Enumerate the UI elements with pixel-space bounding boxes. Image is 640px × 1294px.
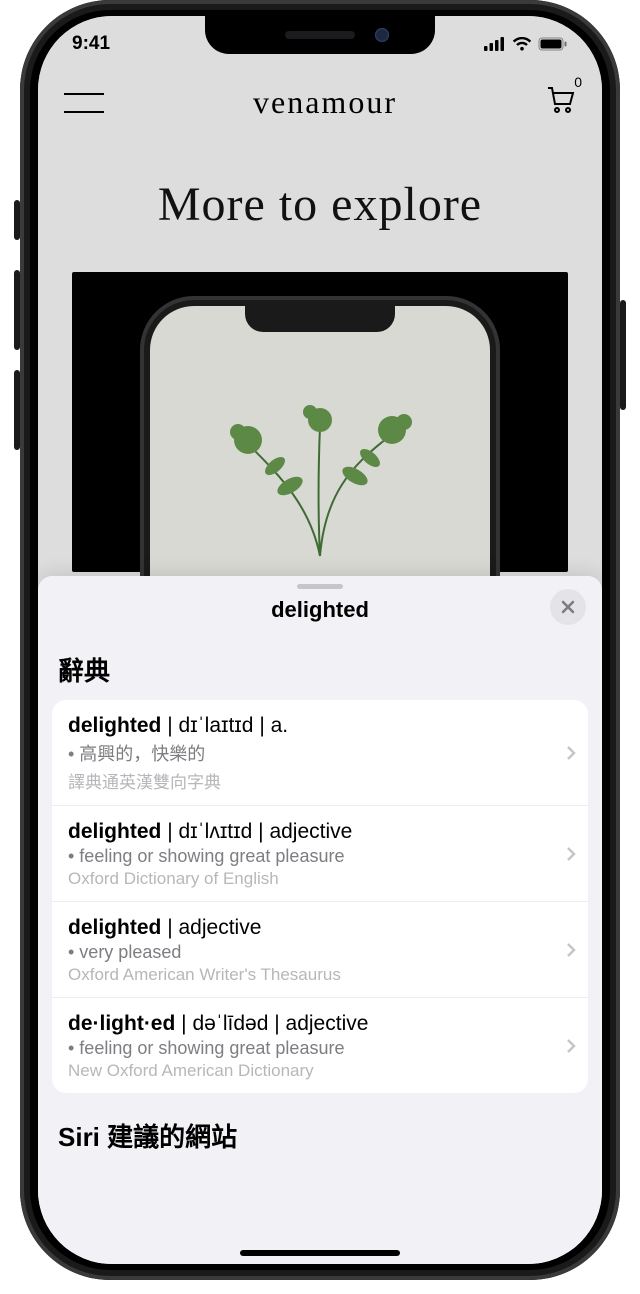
definition: • feeling or showing great pleasure bbox=[68, 1038, 572, 1059]
close-icon bbox=[560, 599, 576, 615]
wifi-icon bbox=[512, 37, 532, 51]
dictionary-card: delighted | dɪˈlaɪtɪd | a. • 高興的，快樂的 譯典通… bbox=[52, 700, 588, 1093]
cellular-icon bbox=[484, 37, 506, 51]
term-line: de·light·ed | dəˈlīdəd | adjective bbox=[68, 1012, 572, 1036]
definition: • feeling or showing great pleasure bbox=[68, 846, 572, 867]
plant-illustration bbox=[190, 366, 450, 566]
source: 譯典通英漢雙向字典 bbox=[68, 768, 572, 793]
chevron-right-icon bbox=[566, 942, 576, 958]
menu-button[interactable] bbox=[64, 93, 104, 113]
dictionary-entry[interactable]: delighted | adjective • very pleased Oxf… bbox=[52, 902, 588, 998]
power-button bbox=[620, 300, 626, 410]
dictionary-entry[interactable]: de·light·ed | dəˈlīdəd | adjective • fee… bbox=[52, 998, 588, 1093]
term-line: delighted | adjective bbox=[68, 916, 572, 940]
status-time: 9:41 bbox=[72, 33, 110, 55]
term-line: delighted | dɪˈlaɪtɪd | a. bbox=[68, 714, 572, 738]
definition: • 高興的，快樂的 bbox=[68, 740, 572, 766]
lookup-sheet[interactable]: delighted 辭典 delighted | dɪˈlaɪtɪd | a. … bbox=[38, 576, 602, 1264]
dictionary-entry[interactable]: delighted | dɪˈlaɪtɪd | a. • 高興的，快樂的 譯典通… bbox=[52, 700, 588, 806]
dictionary-section-title: 辭典 bbox=[38, 637, 602, 700]
hero-image[interactable] bbox=[72, 272, 568, 572]
definition: • very pleased bbox=[68, 942, 572, 963]
brand-logo[interactable]: venamour bbox=[253, 84, 397, 121]
source: Oxford Dictionary of English bbox=[68, 869, 572, 889]
home-indicator[interactable] bbox=[240, 1250, 400, 1256]
siri-section-title: Siri 建議的網站 bbox=[38, 1093, 602, 1154]
close-button[interactable] bbox=[550, 589, 586, 625]
chevron-right-icon bbox=[566, 1038, 576, 1054]
cart-count: 0 bbox=[574, 74, 582, 90]
dictionary-entry[interactable]: delighted | dɪˈlʌɪtɪd | adjective • feel… bbox=[52, 806, 588, 902]
device-frame: venamour 0 More to explore bbox=[20, 0, 620, 1280]
notch bbox=[205, 16, 435, 54]
screen: venamour 0 More to explore bbox=[38, 16, 602, 1264]
sheet-header: delighted bbox=[38, 593, 602, 637]
battery-icon bbox=[538, 37, 568, 51]
term-line: delighted | dɪˈlʌɪtɪd | adjective bbox=[68, 820, 572, 844]
sheet-title: delighted bbox=[38, 597, 602, 623]
chevron-right-icon bbox=[566, 745, 576, 761]
source: Oxford American Writer's Thesaurus bbox=[68, 965, 572, 985]
page-headline: More to explore bbox=[158, 177, 482, 232]
cart-icon bbox=[546, 86, 576, 114]
cart-button[interactable]: 0 bbox=[546, 86, 576, 119]
chevron-right-icon bbox=[566, 846, 576, 862]
sheet-grabber[interactable] bbox=[297, 584, 343, 589]
source: New Oxford American Dictionary bbox=[68, 1061, 572, 1081]
